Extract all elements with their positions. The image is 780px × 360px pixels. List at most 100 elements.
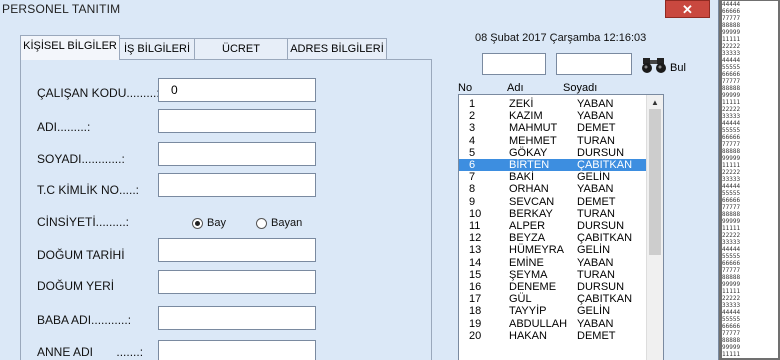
scroll-thumb[interactable]: [649, 109, 661, 255]
background-cell: 88888: [722, 22, 778, 29]
window-title: PERSONEL TANITIM: [2, 2, 121, 16]
background-cell: 99999: [722, 29, 778, 36]
list-scrollbar[interactable]: ▲: [646, 95, 663, 360]
list-item-no: 6: [469, 159, 476, 171]
scroll-up-icon[interactable]: ▲: [651, 98, 659, 107]
list-item-soyadi: GELİN: [577, 305, 611, 318]
list-item-no: 5: [469, 146, 476, 159]
calisan-kodu-field[interactable]: 0: [158, 78, 316, 102]
list-item[interactable]: 1 ZEKİ YABAN: [459, 98, 646, 110]
list-item[interactable]: 15 ŞEYMA TURAN: [459, 269, 646, 281]
bul-button[interactable]: Bul: [670, 62, 686, 74]
dogum-yeri-label: DOĞUM YERİ: [37, 279, 115, 293]
dogum-yeri-field[interactable]: [158, 270, 316, 294]
background-cell: 33333: [722, 113, 778, 120]
list-item-adi: KAZIM: [509, 110, 543, 123]
background-cell: 55555: [722, 190, 778, 197]
title-bar: PERSONEL TANITIM ✕: [0, 0, 718, 20]
anne-adi-field[interactable]: [158, 340, 316, 360]
background-cell: 33333: [722, 302, 778, 309]
tab-is-bilgileri[interactable]: İŞ BİLGİLERİ: [119, 38, 195, 59]
list-item-soyadi: DURSUN: [577, 146, 625, 159]
background-cell: 33333: [722, 176, 778, 183]
tab-kisisel-bilgiler[interactable]: KİŞİSEL BİLGİLER: [20, 35, 120, 60]
list-item-no: 2: [469, 110, 476, 123]
list-item-adi: TAYYİP: [509, 305, 547, 318]
list-item[interactable]: 2 KAZIM YABAN: [459, 110, 646, 122]
soyadi-label: SOYADI............:: [37, 152, 125, 166]
list-item-soyadi: DEMET: [577, 329, 616, 342]
baba-adi-field[interactable]: [158, 306, 316, 330]
bay-radio-label: Bay: [207, 217, 226, 229]
bayan-radio[interactable]: [256, 218, 267, 229]
close-button[interactable]: ✕: [665, 0, 710, 18]
list-item-adi: ORHAN: [509, 183, 549, 196]
list-item-soyadi: TURAN: [577, 134, 615, 147]
list-item-no: 7: [469, 171, 476, 184]
list-item-no: 8: [469, 183, 476, 196]
tab-ucret-bilgileri[interactable]: ÜCRET BİLGİLERİ: [194, 38, 288, 75]
list-item-no: 9: [469, 195, 476, 208]
bayan-radio-label: Bayan: [271, 217, 303, 229]
list-item[interactable]: 18 TAYYİP GELİN: [459, 305, 646, 317]
list-item[interactable]: 6 BİRTEN ÇABITKAN: [459, 159, 646, 171]
dogum-tarihi-label: DOĞUM TARİHİ: [37, 248, 125, 262]
list-item-no: 17: [469, 293, 482, 306]
list-item[interactable]: 16 DENEME DURSUN: [459, 281, 646, 293]
personel-list[interactable]: 20 HAKAN DEMET 19 ABDULLAH YABAN 18 TAYYİP GELİN…: [458, 94, 664, 360]
background-cell: 99999: [722, 344, 778, 351]
list-item-no: 10: [469, 207, 482, 220]
list-item-soyadi: YABAN: [577, 256, 614, 269]
list-item-adi: ABDULLAH: [509, 317, 568, 330]
background-cell: 22222: [722, 43, 778, 50]
list-item[interactable]: 10 BERKAY TURAN: [459, 208, 646, 220]
list-item[interactable]: 4 MEHMET TURAN: [459, 135, 646, 147]
background-cell: 66666: [722, 323, 778, 330]
list-item[interactable]: 7 BAKİ GELİN: [459, 171, 646, 183]
list-item-soyadi: TURAN: [577, 268, 615, 281]
background-cell: 77777: [722, 330, 778, 337]
header-no: No: [458, 82, 473, 94]
list-item[interactable]: 13 HÜMEYRA GELİN: [459, 244, 646, 256]
background-cell: 99999: [722, 281, 778, 288]
tab-adres-bilgileri[interactable]: ADRES BİLGİLERİ: [287, 38, 387, 59]
background-cell: 55555: [722, 127, 778, 134]
list-item[interactable]: 11 ALPER DURSUN: [459, 220, 646, 232]
list-item[interactable]: 3 MAHMUT DEMET: [459, 122, 646, 134]
list-item-adi: BAKİ: [509, 171, 535, 184]
list-item-adi: DENEME: [509, 281, 557, 293]
list-item[interactable]: 17 GÜL ÇABITKAN: [459, 293, 646, 305]
header-soyadi: Soyadı: [563, 82, 598, 94]
dogum-tarihi-field[interactable]: [158, 238, 316, 262]
calisan-kodu-label: ÇALIŞAN KODU.........:: [37, 86, 160, 100]
background-cell: 44444: [722, 57, 778, 64]
list-item-no: 15: [469, 268, 482, 281]
adi-field[interactable]: [158, 109, 316, 133]
header-adi: Adı: [507, 82, 524, 94]
list-item[interactable]: 12 BEYZA ÇABITKAN: [459, 232, 646, 244]
tc-kimlik-field[interactable]: [158, 173, 316, 197]
background-cell: 77777: [722, 15, 778, 22]
list-item[interactable]: 9 SEVCAN DEMET: [459, 196, 646, 208]
list-item[interactable]: 20 HAKAN DEMET: [459, 330, 646, 342]
search-soyad-input[interactable]: [556, 53, 632, 75]
list-item[interactable]: 14 EMİNE YABAN: [459, 257, 646, 269]
list-item[interactable]: 8 ORHAN YABAN: [459, 183, 646, 195]
background-cell: 66666: [722, 197, 778, 204]
list-item-adi: ZEKİ: [509, 98, 534, 110]
background-cell: 99999: [722, 155, 778, 162]
search-ad-input[interactable]: [482, 53, 546, 75]
adi-label: ADI.........:: [37, 120, 91, 134]
background-cell: 55555: [722, 253, 778, 260]
list-item[interactable]: 5 GÖKAY DURSUN: [459, 147, 646, 159]
background-cell: 33333: [722, 239, 778, 246]
list-item-adi: BİRTEN: [509, 159, 550, 171]
background-cell: 88888: [722, 274, 778, 281]
bay-radio[interactable]: [192, 218, 203, 229]
background-cell: 44444: [722, 183, 778, 190]
list-item[interactable]: 19 ABDULLAH YABAN: [459, 318, 646, 330]
background-cell: 11111: [722, 36, 778, 43]
list-item-no: 13: [469, 244, 482, 257]
binoculars-icon[interactable]: [640, 57, 668, 74]
soyadi-field[interactable]: [158, 142, 316, 166]
